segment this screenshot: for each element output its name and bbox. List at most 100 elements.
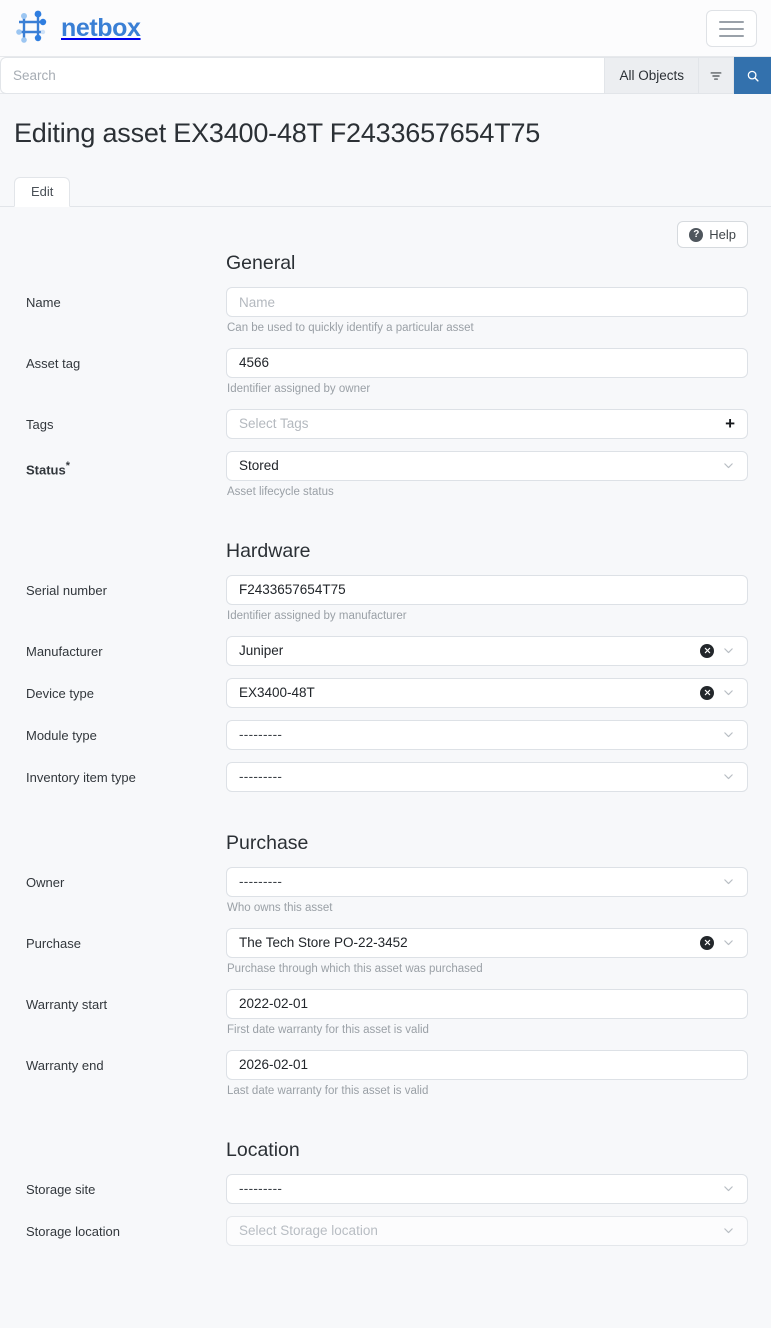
- section-title: Purchase: [226, 831, 309, 854]
- section-header: Hardware: [14, 540, 748, 575]
- field-control-name: Can be used to quickly identify a partic…: [226, 287, 748, 336]
- form-section-location: Location Storage site --------- Storage loc…: [14, 1111, 748, 1246]
- help-button-label: Help: [709, 227, 736, 242]
- hamburger-menu-icon[interactable]: [706, 10, 757, 47]
- hamburger-bar: [719, 20, 744, 23]
- asset-edit-form: ? Help General Name Can be used to quickly…: [0, 207, 771, 1246]
- field-label-purchase: Purchase: [26, 935, 81, 951]
- chevron-down-icon[interactable]: [722, 1182, 735, 1195]
- field-control-owner: --------- Who owns this asset: [226, 866, 748, 916]
- select-device-type[interactable]: EX3400-48T: [226, 677, 748, 708]
- brand-name: netbox: [61, 13, 141, 42]
- filter-icon[interactable]: [699, 57, 734, 94]
- field-control-device-type: EX3400-48T: [226, 677, 748, 708]
- chevron-down-icon[interactable]: [722, 728, 735, 741]
- select-value-device-type: EX3400-48T: [239, 685, 315, 701]
- field-label-inventory-item-type: Inventory item type: [26, 769, 136, 785]
- input-warranty-end[interactable]: [226, 1049, 748, 1080]
- field-help-warranty-start: First date warranty for this asset is va…: [227, 1023, 429, 1036]
- field-help-owner: Who owns this asset: [227, 901, 333, 914]
- select-storage-location[interactable]: Select Storage location: [226, 1215, 748, 1246]
- section-title: Location: [226, 1138, 300, 1161]
- select-value-module-type: ---------: [239, 727, 283, 743]
- select-status[interactable]: Stored: [226, 450, 748, 481]
- form-sections: General Name Can be used to quickly identi…: [14, 252, 748, 1246]
- clear-x-icon[interactable]: [700, 935, 714, 950]
- field-label-warranty-end: Warranty end: [26, 1057, 104, 1073]
- field-help-warranty-end: Last date warranty for this asset is val…: [227, 1084, 429, 1097]
- search-submit-button[interactable]: [734, 57, 771, 94]
- field-row-name: Name Can be used to quickly identify a pa…: [14, 287, 748, 336]
- select-value-storage-site: ---------: [239, 1181, 283, 1196]
- field-label-storage-site: Storage site: [26, 1181, 96, 1197]
- field-control-asset-tag: Identifier assigned by owner: [226, 347, 748, 397]
- help-button[interactable]: ? Help: [677, 221, 748, 248]
- field-row-asset-tag: Asset tag Identifier assigned by owner: [14, 347, 748, 397]
- input-serial-number[interactable]: [226, 574, 748, 605]
- global-search-bar: All Objects: [0, 57, 771, 94]
- input-warranty-start[interactable]: [226, 988, 748, 1019]
- field-label-asset-tag: Asset tag: [26, 355, 81, 371]
- clear-x-icon[interactable]: [700, 643, 714, 658]
- netbox-mesh-logo-icon: [14, 10, 52, 46]
- form-section-purchase: Purchase Owner --------- Who owns this asse…: [14, 804, 748, 1099]
- select-value-status: Stored: [239, 458, 279, 474]
- select-module-type[interactable]: ---------: [226, 719, 748, 750]
- input-asset-tag[interactable]: [226, 347, 748, 378]
- chevron-down-icon[interactable]: [722, 459, 735, 472]
- field-label-storage-location: Storage location: [26, 1223, 120, 1239]
- select-value-storage-location: Select Storage location: [239, 1223, 378, 1238]
- tags-select-tags[interactable]: Select Tags +: [226, 408, 748, 439]
- field-label-tags: Tags: [26, 416, 54, 432]
- field-control-status: Stored Asset lifecycle status: [226, 450, 748, 500]
- clear-x-icon[interactable]: [700, 685, 714, 700]
- chevron-down-icon[interactable]: [722, 686, 735, 699]
- select-inventory-item-type[interactable]: ---------: [226, 761, 748, 792]
- field-row-device-type: Device type EX3400-48T: [14, 677, 748, 708]
- field-label-owner: Owner: [26, 874, 65, 890]
- chevron-down-icon[interactable]: [722, 1224, 735, 1237]
- chevron-down-icon[interactable]: [722, 936, 735, 949]
- search-scope-label: All Objects: [619, 68, 684, 83]
- chevron-down-icon[interactable]: [722, 770, 735, 783]
- section-title: General: [226, 252, 296, 274]
- plus-icon[interactable]: +: [725, 415, 735, 432]
- field-row-manufacturer: Manufacturer Juniper: [14, 635, 748, 666]
- select-value-purchase: The Tech Store PO-22-3452: [239, 935, 408, 951]
- field-control-serial-number: Identifier assigned by manufacturer: [226, 574, 748, 624]
- select-purchase[interactable]: The Tech Store PO-22-3452: [226, 927, 748, 958]
- tags-placeholder: Select Tags: [239, 416, 309, 432]
- label-column-spacer: [14, 1139, 226, 1174]
- label-column-spacer: [14, 832, 226, 867]
- help-row: ? Help: [14, 207, 748, 248]
- select-value-inventory-item-type: ---------: [239, 769, 283, 785]
- search-scope-button[interactable]: All Objects: [605, 57, 699, 94]
- tab-bar: Edit: [0, 175, 771, 207]
- field-row-purchase: Purchase The Tech Store PO-22-3452 Purchas…: [14, 927, 748, 977]
- brand-link[interactable]: netbox: [14, 10, 141, 46]
- question-circle-icon: ?: [689, 227, 704, 242]
- field-label-status: Status*: [26, 459, 70, 478]
- form-section-hardware: Hardware Serial number Identifier assigned…: [14, 512, 748, 792]
- field-help-asset-tag: Identifier assigned by owner: [227, 382, 371, 395]
- field-row-storage-location: Storage location Select Storage location: [14, 1215, 748, 1246]
- select-storage-site[interactable]: ---------: [226, 1173, 748, 1204]
- search-icon: [747, 70, 759, 82]
- field-label-device-type: Device type: [26, 685, 94, 701]
- input-name[interactable]: [226, 287, 748, 317]
- section-header: General: [14, 252, 748, 287]
- section-header: Purchase: [14, 832, 748, 867]
- field-help-name: Can be used to quickly identify a partic…: [227, 322, 474, 334]
- select-manufacturer[interactable]: Juniper: [226, 635, 748, 666]
- field-row-tags: Tags Select Tags +: [14, 408, 748, 439]
- chevron-down-icon[interactable]: [722, 644, 735, 657]
- tab-edit[interactable]: Edit: [14, 176, 71, 207]
- select-owner[interactable]: ---------: [226, 866, 748, 897]
- chevron-down-icon[interactable]: [722, 875, 735, 888]
- search-input[interactable]: [0, 57, 606, 94]
- field-row-storage-site: Storage site ---------: [14, 1173, 748, 1204]
- field-label-warranty-start: Warranty start: [26, 996, 108, 1012]
